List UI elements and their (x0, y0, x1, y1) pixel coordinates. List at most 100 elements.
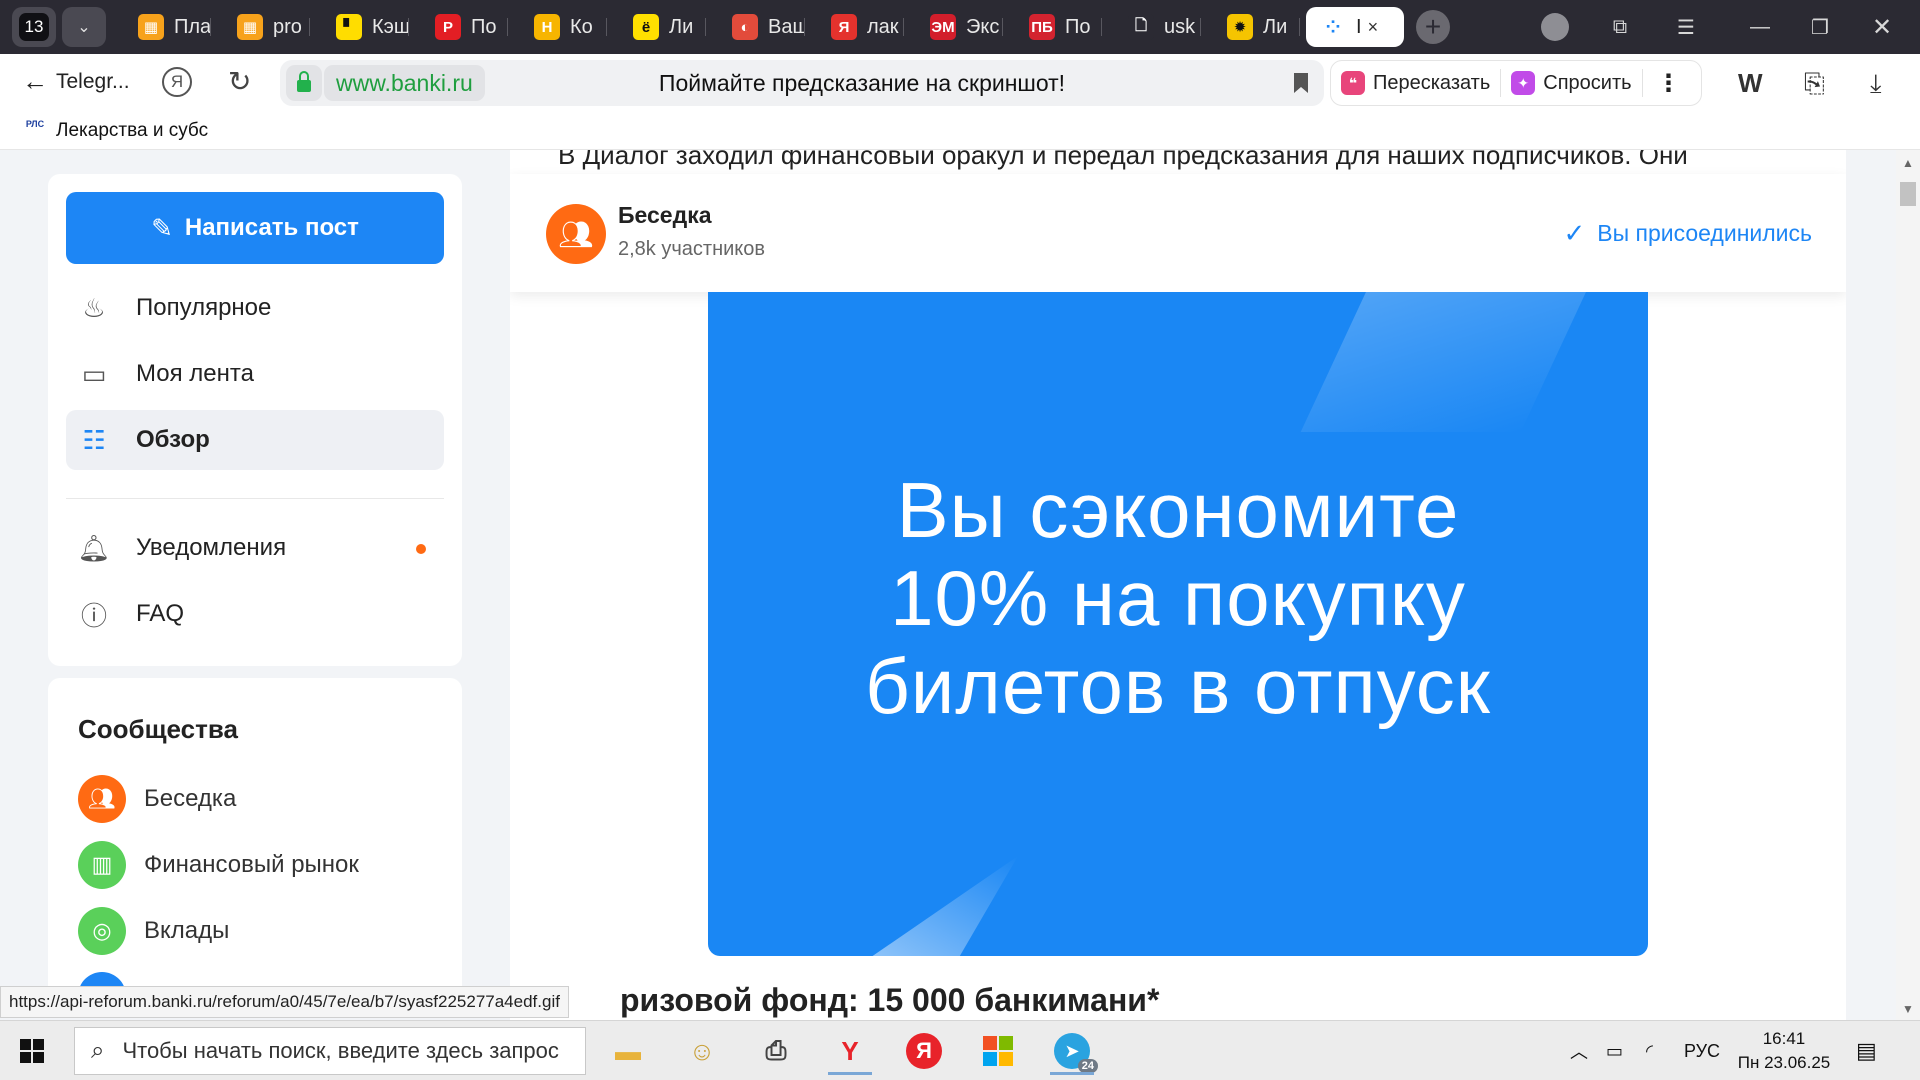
community-item[interactable]: ▥ Финансовый рынок (78, 840, 359, 890)
rls-favicon: РЛС (25, 119, 45, 129)
nav-item-popular[interactable]: ♨ Популярное (66, 278, 444, 338)
question-icon: ⓘ (80, 600, 107, 631)
search-icon: ⌕ (91, 1037, 105, 1064)
bookmark-label: Лекарства и субс (56, 120, 209, 141)
nav-item-explore[interactable]: ☷ Обзор (66, 410, 444, 470)
nav-label: Популярное (136, 294, 272, 321)
banner-text: Вы сэкономите 10% на покупку билетов в о… (708, 466, 1648, 730)
menu-icon[interactable]: ☰ (1666, 0, 1706, 54)
tab-label: Пла (174, 15, 211, 38)
post-intro-text: В Диалог заходил финансовый оракул и пер… (558, 150, 1688, 170)
tab-favicon: P (435, 14, 461, 40)
windows-start-icon[interactable] (20, 1039, 44, 1063)
more-options-icon[interactable]: ⋮ (1643, 69, 1695, 98)
promo-banner-image[interactable]: Вы сэкономите 10% на покупку билетов в о… (708, 292, 1648, 956)
browser-tab[interactable]: Ялак (805, 7, 904, 47)
browser-tab[interactable]: ▦ pro (211, 7, 310, 47)
communities-card: Сообщества 👥︎ Беседка ▥ Финансовый рынок… (48, 678, 462, 998)
scanner-icon[interactable]: ⎙ (746, 1027, 806, 1075)
ask-sparkle-icon: ✦ (1511, 71, 1536, 95)
community-item[interactable]: 👥︎ Беседка (78, 774, 236, 824)
scroll-thumb[interactable] (1900, 182, 1916, 206)
community-members: 2,8k участников (618, 238, 766, 260)
banner-line: 10% на покупку (890, 554, 1466, 642)
people-icon: 👥︎ (78, 775, 126, 823)
tab-counter-button[interactable]: 13 (12, 7, 56, 47)
yandex-icon[interactable]: Я (162, 67, 192, 97)
telegram-icon[interactable]: ➤ 24 (1042, 1027, 1102, 1075)
minimize-icon[interactable]: — (1740, 0, 1780, 54)
reader-icon[interactable]: ⎘ (1804, 68, 1825, 100)
page-scrollbar[interactable]: ▲ ▼ (1896, 150, 1920, 1020)
browser-tab[interactable]: ◐ Ваш (706, 7, 805, 47)
tab-favicon: ЭМ (930, 14, 956, 40)
browser-tab[interactable]: ПБ По (1003, 7, 1102, 47)
nav-item-faq[interactable]: ⓘ FAQ (66, 584, 444, 644)
tab-label: Ли (1263, 15, 1288, 38)
profile-avatar[interactable] (1538, 0, 1572, 54)
file-explorer-icon[interactable]: ▬ (598, 1027, 658, 1075)
tray-chevron-icon[interactable]: ︿ (1570, 1021, 1588, 1080)
microsoft-store-icon[interactable] (968, 1027, 1028, 1075)
browser-tab[interactable]: P По (409, 7, 508, 47)
browser-tab[interactable]: H Ко (508, 7, 607, 47)
retell-button[interactable]: ❝ Пересказать (1331, 60, 1500, 106)
nav-item-my-feed[interactable]: ▭ Моя лента (66, 344, 444, 404)
yandex-browser-icon[interactable]: Y (820, 1027, 880, 1075)
community-avatar-people-icon[interactable]: 👥︎ (546, 204, 606, 264)
browser-tab[interactable]: ▦ Пла (112, 7, 211, 47)
write-post-button[interactable]: ✎ Написать пост (66, 192, 444, 264)
new-tab-button[interactable]: + (1416, 10, 1450, 44)
restore-icon[interactable]: ❐ (1800, 0, 1840, 54)
collections-icon[interactable]: ⧉ (1600, 0, 1640, 54)
tab-label: I (1356, 15, 1362, 38)
browser-toolbar: ← Telegr... Я ↻ www.banki.ru Поймайте пр… (0, 54, 1920, 112)
clock-time: 16:41 (1762, 1029, 1806, 1048)
browser-tab-active[interactable]: ⁘ I × (1306, 7, 1404, 47)
community-name[interactable]: Беседка (618, 202, 712, 229)
scroll-down-icon[interactable]: ▼ (1902, 1002, 1914, 1016)
community-item[interactable]: ◎ Вклады (78, 906, 229, 956)
scroll-up-icon[interactable]: ▲ (1902, 156, 1914, 170)
bookmark-item[interactable]: РЛС Лекарства и субс (22, 119, 214, 143)
tab-label: Ко (570, 15, 593, 38)
nav-item-notifications[interactable]: 🔔︎ Уведомления (66, 518, 444, 578)
tab-favicon: H (534, 14, 560, 40)
tab-label: Ли (669, 15, 694, 38)
post-column: В Диалог заходил финансовый оракул и пер… (510, 150, 1846, 1020)
app-smiley-icon[interactable]: ☺ (672, 1027, 732, 1075)
browser-tab[interactable]: ▘ Кэш (310, 7, 409, 47)
browser-tab[interactable]: 🗋 usk (1102, 7, 1201, 47)
taskbar-search[interactable]: ⌕ Чтобы начать поиск, введите здесь запр… (74, 1027, 586, 1075)
browser-tab[interactable]: ЭМ Экс (904, 7, 1003, 47)
browser-tab[interactable]: ё Ли (607, 7, 706, 47)
back-button[interactable]: ← Telegr... (22, 66, 130, 97)
notifications-icon[interactable]: ▤ (1856, 1021, 1877, 1080)
download-icon[interactable]: ⤓ (1870, 68, 1882, 100)
tab-list-chevron-icon[interactable]: ⌄ (62, 7, 106, 47)
tab-close-icon[interactable]: × (1368, 17, 1379, 38)
wiki-icon[interactable]: W (1738, 68, 1763, 99)
tab-label: Ваш (768, 15, 805, 38)
battery-icon[interactable]: ▭ (1606, 1021, 1623, 1080)
banner-line: билетов в отпуск (865, 642, 1491, 730)
tab-label: pro (273, 15, 302, 38)
system-clock[interactable]: 16:41 Пн 23.06.25 (1734, 1027, 1834, 1075)
browser-tab[interactable]: ✹ Ли (1201, 7, 1300, 47)
wifi-icon[interactable]: ◜ (1646, 1021, 1653, 1080)
tab-label: Экс (966, 15, 1000, 38)
ask-label: Спросить (1543, 71, 1632, 94)
retell-icon: ❝ (1341, 71, 1365, 95)
language-indicator[interactable]: РУС (1684, 1021, 1720, 1080)
community-label: Вклады (144, 917, 230, 944)
reload-icon[interactable]: ↻ (228, 65, 251, 98)
joined-label: Вы присоединились (1597, 220, 1812, 246)
window-close-icon[interactable]: ✕ (1862, 0, 1902, 54)
joined-button[interactable]: ✓ Вы присоединились (1563, 218, 1812, 249)
check-icon: ✓ (1563, 218, 1586, 248)
ask-button[interactable]: ✦ Спросить (1501, 60, 1641, 106)
ai-tools-group: ❝ Пересказать ✦ Спросить ⋮ (1330, 60, 1702, 106)
yandex-icon[interactable]: Я (894, 1027, 954, 1075)
tabs-row: ▦ Пла ▦ pro ▘ Кэш P По H Ко ё Ли ◐ Ваш Ялак ЭМ Экс ПБ По 🗋 u… (112, 0, 1404, 54)
address-bar[interactable]: www.banki.ru Поймайте предсказание на ск… (280, 60, 1324, 106)
